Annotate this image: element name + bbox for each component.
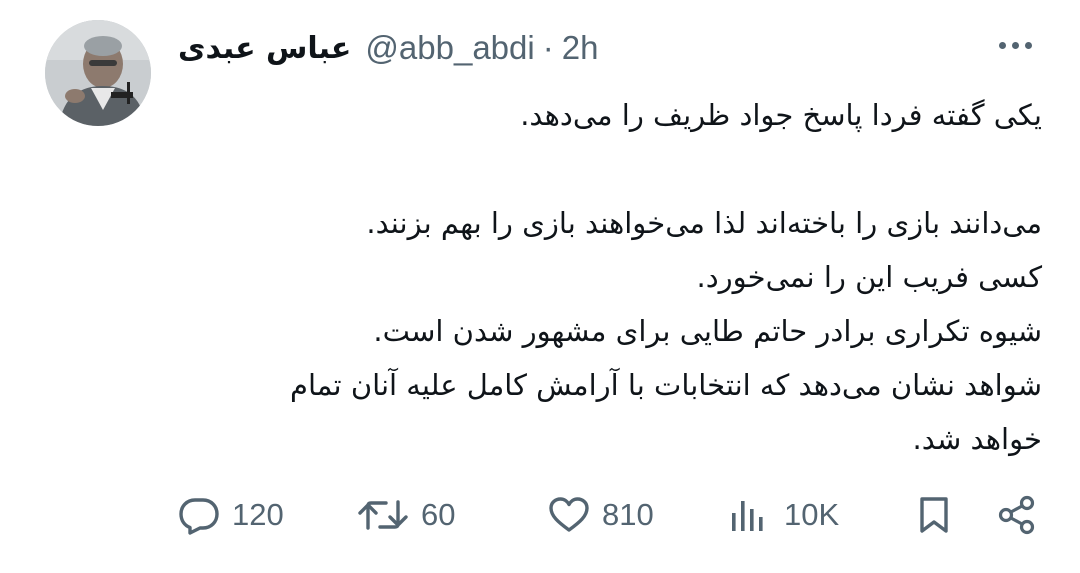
retweet-count: 60 [421,497,456,532]
more-icon[interactable] [999,42,1032,49]
tweet-line: خواهد شد. [912,422,1042,456]
tweet-text: یکی گفته فردا پاسخ جواد ظریف را می‌دهد. … [162,88,1042,466]
reply-icon [178,495,220,535]
like-button[interactable]: 810 [548,490,654,540]
timestamp[interactable]: 2h [562,29,599,67]
views-button[interactable]: 10K [728,490,839,540]
like-count: 810 [602,497,654,532]
reply-button[interactable]: 120 [178,490,284,540]
share-button[interactable] [996,490,1038,540]
heart-icon [548,495,590,535]
views-icon [728,495,772,535]
action-bar: 120 60 810 10K [0,490,1080,540]
display-name[interactable]: عباس عبدی [178,31,351,66]
reply-count: 120 [232,497,284,532]
tweet-line: کسی فریب این را نمی‌خورد. [696,260,1042,294]
view-count: 10K [784,497,840,532]
tweet[interactable]: عباس عبدی @abb_abdi · 2h یکی گفته فردا پ… [0,0,1080,573]
share-icon [996,495,1038,535]
bookmark-icon [917,495,951,535]
tweet-line: یکی گفته فردا پاسخ جواد ظریف را می‌دهد. [520,98,1042,132]
tweet-line: شواهد نشان می‌دهد که انتخابات با آرامش ک… [289,368,1042,402]
retweet-button[interactable]: 60 [357,490,455,540]
avatar[interactable] [45,20,151,126]
bookmark-button[interactable] [917,490,951,540]
tweet-line: شیوه تکراری برادر حاتم طایی برای مشهور ش… [373,314,1042,348]
retweet-icon [357,495,409,535]
tweet-line: می‌دانند بازی را باخته‌اند لذا می‌خواهند… [366,206,1042,240]
tweet-header: عباس عبدی @abb_abdi · 2h [178,26,598,70]
user-handle[interactable]: @abb_abdi [365,29,534,67]
separator-dot: · [542,29,554,66]
